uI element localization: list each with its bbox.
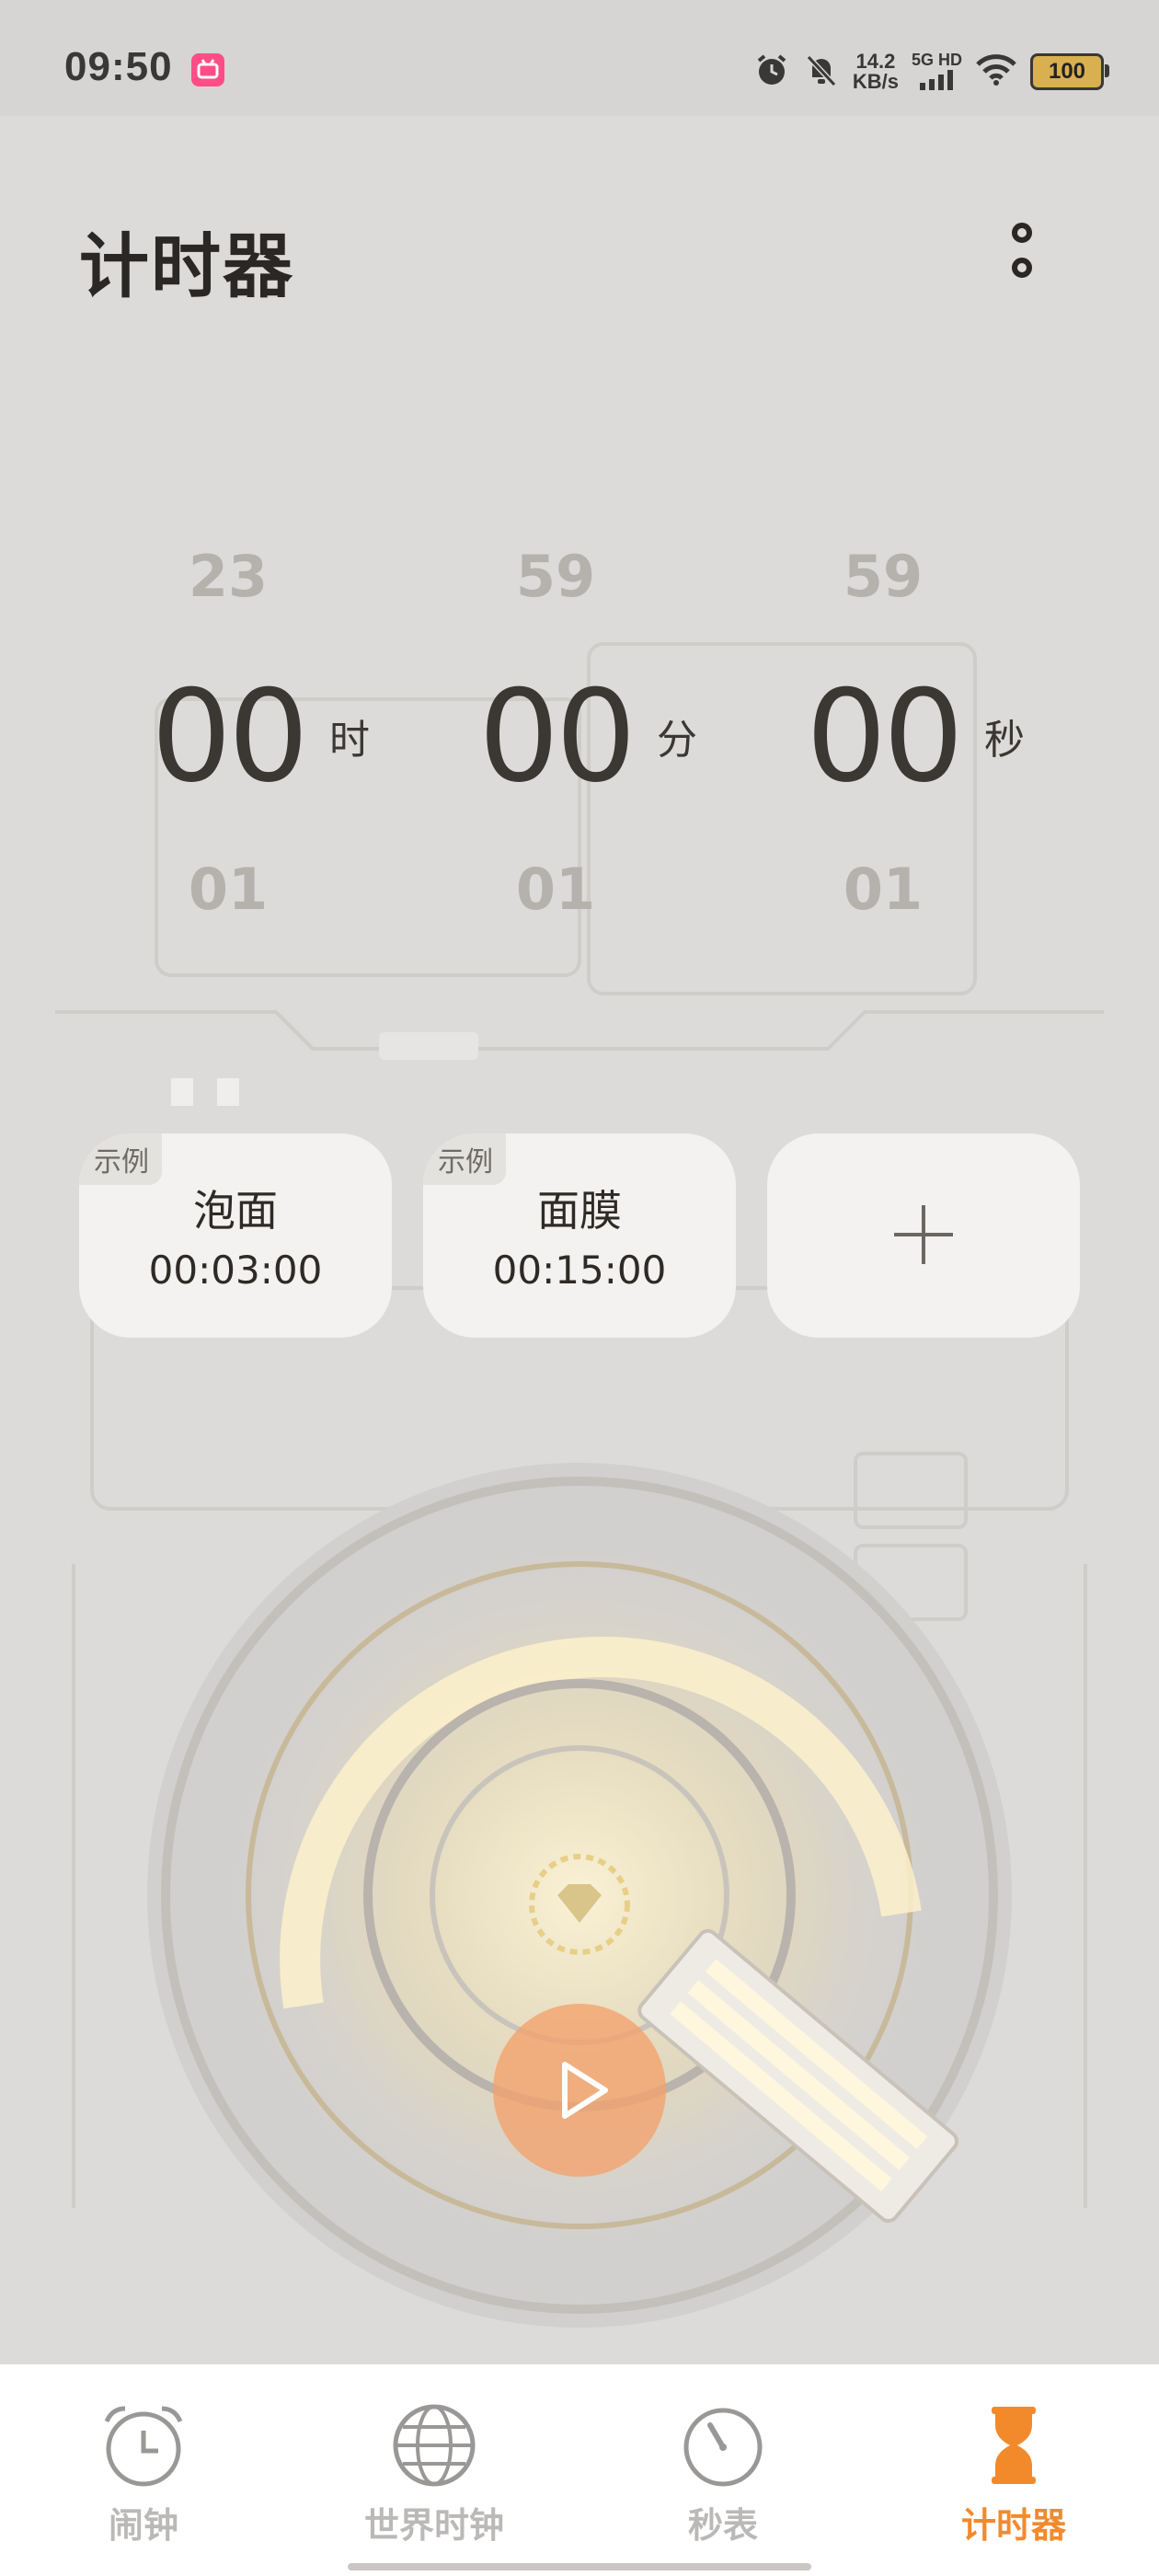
preset-card-face-mask[interactable]: 示例 面膜 00:15:00 [423,1133,736,1338]
nav-label-world-clock: 世界时钟 [363,2505,504,2546]
nav-item-alarm[interactable]: 闹钟 [24,2401,263,2546]
seconds-next-value: 01 [843,856,924,923]
seconds-current-value: 00 [806,662,964,811]
hours-unit-label: 时 [329,717,370,764]
preset-name: 泡面 [193,1186,278,1236]
seconds-prev-value: 59 [843,543,924,610]
signal-icon [918,69,955,94]
nav-item-world-clock[interactable]: 世界时钟 [315,2401,554,2546]
seconds-picker[interactable]: 59 00 秒 01 [800,515,1076,938]
hours-current-value: 00 [151,662,309,811]
hours-next-value: 01 [188,856,269,923]
nav-item-stopwatch[interactable]: 秒表 [603,2401,843,2546]
nav-label-stopwatch: 秒表 [687,2505,758,2546]
preset-duration: 00:15:00 [492,1248,667,1293]
hours-picker[interactable]: 23 00 时 01 [145,515,421,938]
alarm-clock-icon [104,2406,183,2487]
status-bar: 09:50 14.2 KB/s 5G HD 100 [0,0,1159,116]
nav-label-alarm: 闹钟 [108,2505,178,2546]
nav-label-timer: 计时器 [960,2505,1066,2546]
signal-indicator: 5G HD [912,51,962,94]
minutes-current-value: 00 [478,662,637,811]
minutes-next-value: 01 [515,856,596,923]
page-title: 计时器 [79,225,294,307]
stopwatch-icon [683,2408,763,2487]
battery-icon: 100 [1030,53,1109,90]
hourglass-icon [992,2407,1036,2484]
wifi-icon [975,53,1017,90]
add-preset-button[interactable] [767,1133,1080,1338]
bilibili-icon [191,53,224,86]
net-speed-value: 14.2 [855,50,896,73]
minutes-unit-label: 分 [657,717,697,764]
preset-name: 面膜 [537,1186,622,1236]
preset-duration: 00:03:00 [148,1248,323,1293]
nav-item-timer[interactable]: 计时器 [894,2401,1133,2546]
more-options-button[interactable] [999,215,1050,294]
status-time: 09:50 [64,44,173,89]
alarm-icon [753,52,790,92]
play-icon [562,2062,608,2119]
bottom-navigation: 闹钟 世界时钟 秒表 计时器 [0,2364,1159,2576]
globe-icon [393,2404,476,2487]
hours-prev-value: 23 [188,543,269,610]
seconds-unit-label: 秒 [984,717,1025,764]
net-speed-unit: KB/s [852,70,899,93]
preset-card-instant-noodles[interactable]: 示例 泡面 00:03:00 [79,1133,392,1338]
home-indicator[interactable] [348,2563,811,2570]
network-type-label: 5G HD [911,50,962,69]
minutes-picker[interactable]: 59 00 分 01 [473,515,749,938]
mute-bell-icon [803,52,840,92]
network-speed: 14.2 KB/s [853,52,899,92]
start-timer-button[interactable] [493,2004,666,2177]
plus-icon [894,1205,953,1264]
minutes-prev-value: 59 [515,543,596,610]
